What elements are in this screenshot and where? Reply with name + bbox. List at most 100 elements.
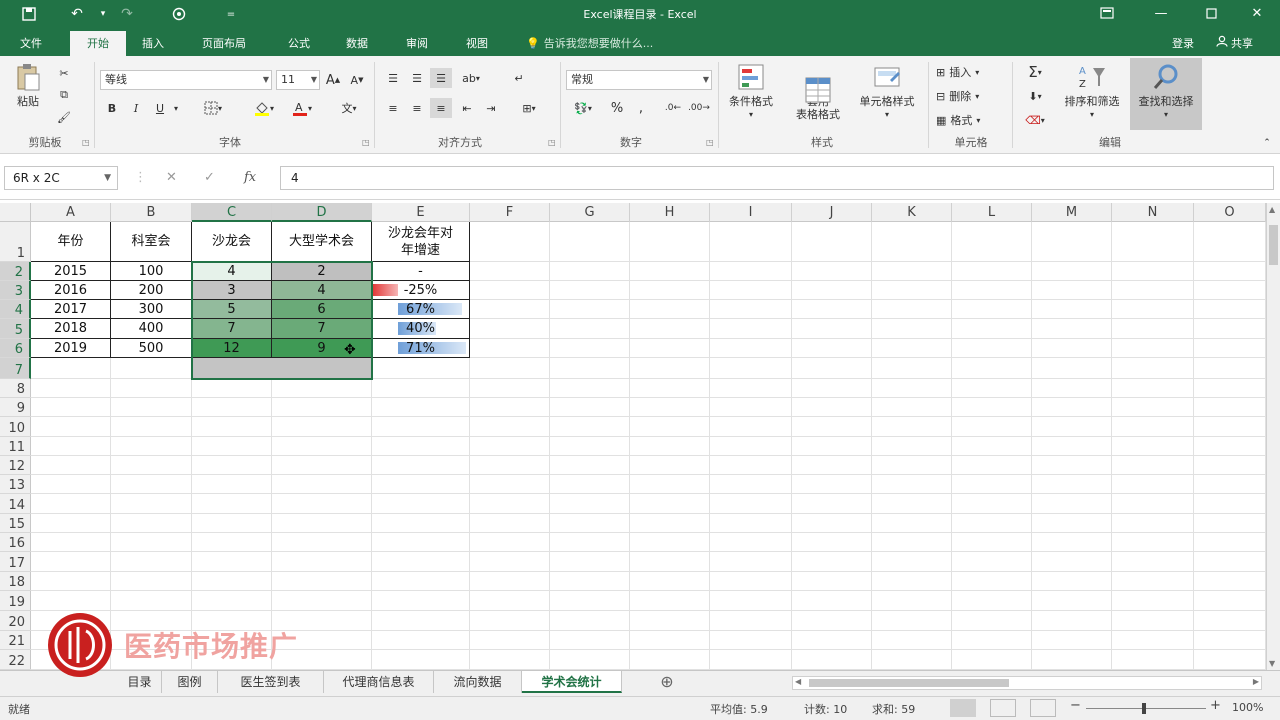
- tab-review[interactable]: 审阅: [400, 31, 434, 56]
- row-header-16[interactable]: 16: [0, 533, 31, 552]
- number-launcher-icon[interactable]: ◳: [706, 138, 714, 147]
- tab-file[interactable]: 文件: [14, 31, 48, 56]
- table-cell[interactable]: 12: [191, 338, 272, 358]
- align-top-icon[interactable]: ☰: [382, 68, 404, 88]
- name-box[interactable]: 6R x 2C ▼: [4, 166, 118, 190]
- format-as-table-button[interactable]: 套用 表格格式: [790, 62, 846, 121]
- underline-button[interactable]: U: [150, 98, 170, 118]
- table-cell[interactable]: 2018: [31, 318, 111, 339]
- align-left-icon[interactable]: ≡: [382, 98, 404, 118]
- page-layout-view-icon[interactable]: [990, 699, 1016, 717]
- column-header-h[interactable]: H: [630, 203, 710, 222]
- worksheet-grid[interactable]: 年份 科室会 沙龙会 大型学术会 沙龙会年对 年增速 2015 100 4 2 - 2016 200 3…: [31, 222, 1266, 670]
- tab-insert[interactable]: 插入: [136, 31, 170, 56]
- cancel-icon[interactable]: ✕: [166, 166, 177, 190]
- table-cell[interactable]: 2019: [31, 338, 111, 358]
- sheet-tab[interactable]: 流向数据: [434, 671, 522, 693]
- shrink-font-icon[interactable]: A ▼: [348, 70, 366, 90]
- align-bottom-icon[interactable]: ☰: [430, 68, 452, 88]
- scroll-down-icon[interactable]: ▼: [1269, 659, 1275, 668]
- save-icon[interactable]: [18, 4, 40, 24]
- zoom-out-icon[interactable]: −: [1070, 698, 1081, 713]
- table-header-cell[interactable]: 大型学术会: [271, 222, 372, 262]
- table-cell[interactable]: 2017: [31, 299, 111, 319]
- accounting-icon[interactable]: 💱 ▾: [566, 98, 600, 118]
- column-header-c[interactable]: C: [192, 203, 272, 222]
- table-cell[interactable]: 4: [191, 261, 272, 281]
- phonetic-icon[interactable]: 文 ▾: [332, 98, 366, 118]
- grow-font-icon[interactable]: A ▲: [324, 70, 342, 90]
- tab-view[interactable]: 视图: [460, 31, 494, 56]
- row-header-5[interactable]: 5: [0, 319, 31, 339]
- row-header-6[interactable]: 6: [0, 339, 31, 358]
- format-cells-button[interactable]: ▦ 格式 ▾: [936, 110, 1008, 130]
- touch-mode-icon[interactable]: [168, 4, 190, 24]
- insert-cells-button[interactable]: ⊞ 插入 ▾: [936, 62, 1008, 82]
- percent-button[interactable]: %: [606, 98, 628, 118]
- row-header-20[interactable]: 20: [0, 611, 31, 631]
- find-select-button[interactable]: 查找和选择 ▾: [1130, 58, 1202, 130]
- column-header-a[interactable]: A: [31, 203, 111, 222]
- more-options-icon[interactable]: ⋮: [134, 166, 147, 190]
- align-middle-icon[interactable]: ☰: [406, 68, 428, 88]
- column-header-o[interactable]: O: [1194, 203, 1266, 222]
- page-break-view-icon[interactable]: [1030, 699, 1056, 717]
- clear-icon[interactable]: ⌫ ▾: [1018, 110, 1052, 130]
- share-button[interactable]: 共享: [1216, 31, 1253, 56]
- tab-home[interactable]: 开始: [70, 31, 126, 56]
- enter-icon[interactable]: ✓: [204, 166, 215, 190]
- increase-decimal-icon[interactable]: .0←: [662, 98, 684, 118]
- row-header-12[interactable]: 12: [0, 456, 31, 475]
- bold-button[interactable]: B: [102, 98, 122, 118]
- insert-function-icon[interactable]: fx: [244, 166, 256, 190]
- ribbon-display-icon[interactable]: [1090, 2, 1124, 24]
- table-cell[interactable]: 67%: [371, 299, 470, 319]
- row-header-11[interactable]: 11: [0, 437, 31, 456]
- increase-indent-icon[interactable]: ⇥: [480, 98, 502, 118]
- column-header-j[interactable]: J: [792, 203, 872, 222]
- add-sheet-icon[interactable]: ⊕: [652, 671, 682, 693]
- column-header-d[interactable]: D: [272, 203, 372, 222]
- table-cell[interactable]: 100: [110, 261, 192, 281]
- zoom-in-icon[interactable]: +: [1210, 698, 1221, 713]
- row-header-22[interactable]: 22: [0, 650, 31, 670]
- table-cell[interactable]: 7: [191, 318, 272, 339]
- table-header-cell[interactable]: 沙龙会年对 年增速: [371, 222, 470, 262]
- orientation-icon[interactable]: ab ▾: [456, 68, 486, 88]
- column-header-n[interactable]: N: [1112, 203, 1194, 222]
- fill-icon[interactable]: ⬇ ▾: [1018, 86, 1052, 106]
- alignment-launcher-icon[interactable]: ◳: [548, 138, 556, 147]
- fill-color-icon[interactable]: ▾: [246, 98, 282, 118]
- column-header-b[interactable]: B: [111, 203, 192, 222]
- column-header-g[interactable]: G: [550, 203, 630, 222]
- table-cell[interactable]: 40%: [371, 318, 470, 339]
- row-header-17[interactable]: 17: [0, 552, 31, 572]
- comma-button[interactable]: ,: [632, 98, 650, 118]
- italic-button[interactable]: I: [126, 98, 146, 118]
- row-header-1[interactable]: 1: [0, 222, 31, 262]
- row-header-4[interactable]: 4: [0, 300, 31, 319]
- font-size-combo[interactable]: 11 ▼: [276, 70, 320, 90]
- scroll-thumb[interactable]: [1269, 225, 1278, 265]
- table-cell[interactable]: 2016: [31, 280, 111, 300]
- row-header-3[interactable]: 3: [0, 281, 31, 300]
- row-header-15[interactable]: 15: [0, 514, 31, 533]
- cell-styles-button[interactable]: 单元格样式 ▾: [852, 62, 922, 121]
- align-center-icon[interactable]: ≡: [406, 98, 428, 118]
- table-header-cell[interactable]: 科室会: [110, 222, 192, 262]
- table-cell[interactable]: 5: [191, 299, 272, 319]
- row-header-19[interactable]: 19: [0, 591, 31, 611]
- number-format-combo[interactable]: 常规 ▼: [566, 70, 712, 90]
- row-header-13[interactable]: 13: [0, 475, 31, 494]
- clipboard-launcher-icon[interactable]: ◳: [82, 138, 90, 147]
- table-cell[interactable]: 200: [110, 280, 192, 300]
- table-cell[interactable]: -: [371, 261, 470, 281]
- formula-input[interactable]: 4: [280, 166, 1274, 190]
- row-header-14[interactable]: 14: [0, 494, 31, 514]
- collapse-ribbon-icon[interactable]: ⌃: [1260, 136, 1274, 150]
- row-header-21[interactable]: 21: [0, 631, 31, 650]
- h-scroll-thumb[interactable]: [809, 679, 1009, 687]
- table-cell[interactable]: 400: [110, 318, 192, 339]
- cut-icon[interactable]: ✂: [54, 64, 74, 82]
- table-cell[interactable]: 4: [271, 280, 372, 300]
